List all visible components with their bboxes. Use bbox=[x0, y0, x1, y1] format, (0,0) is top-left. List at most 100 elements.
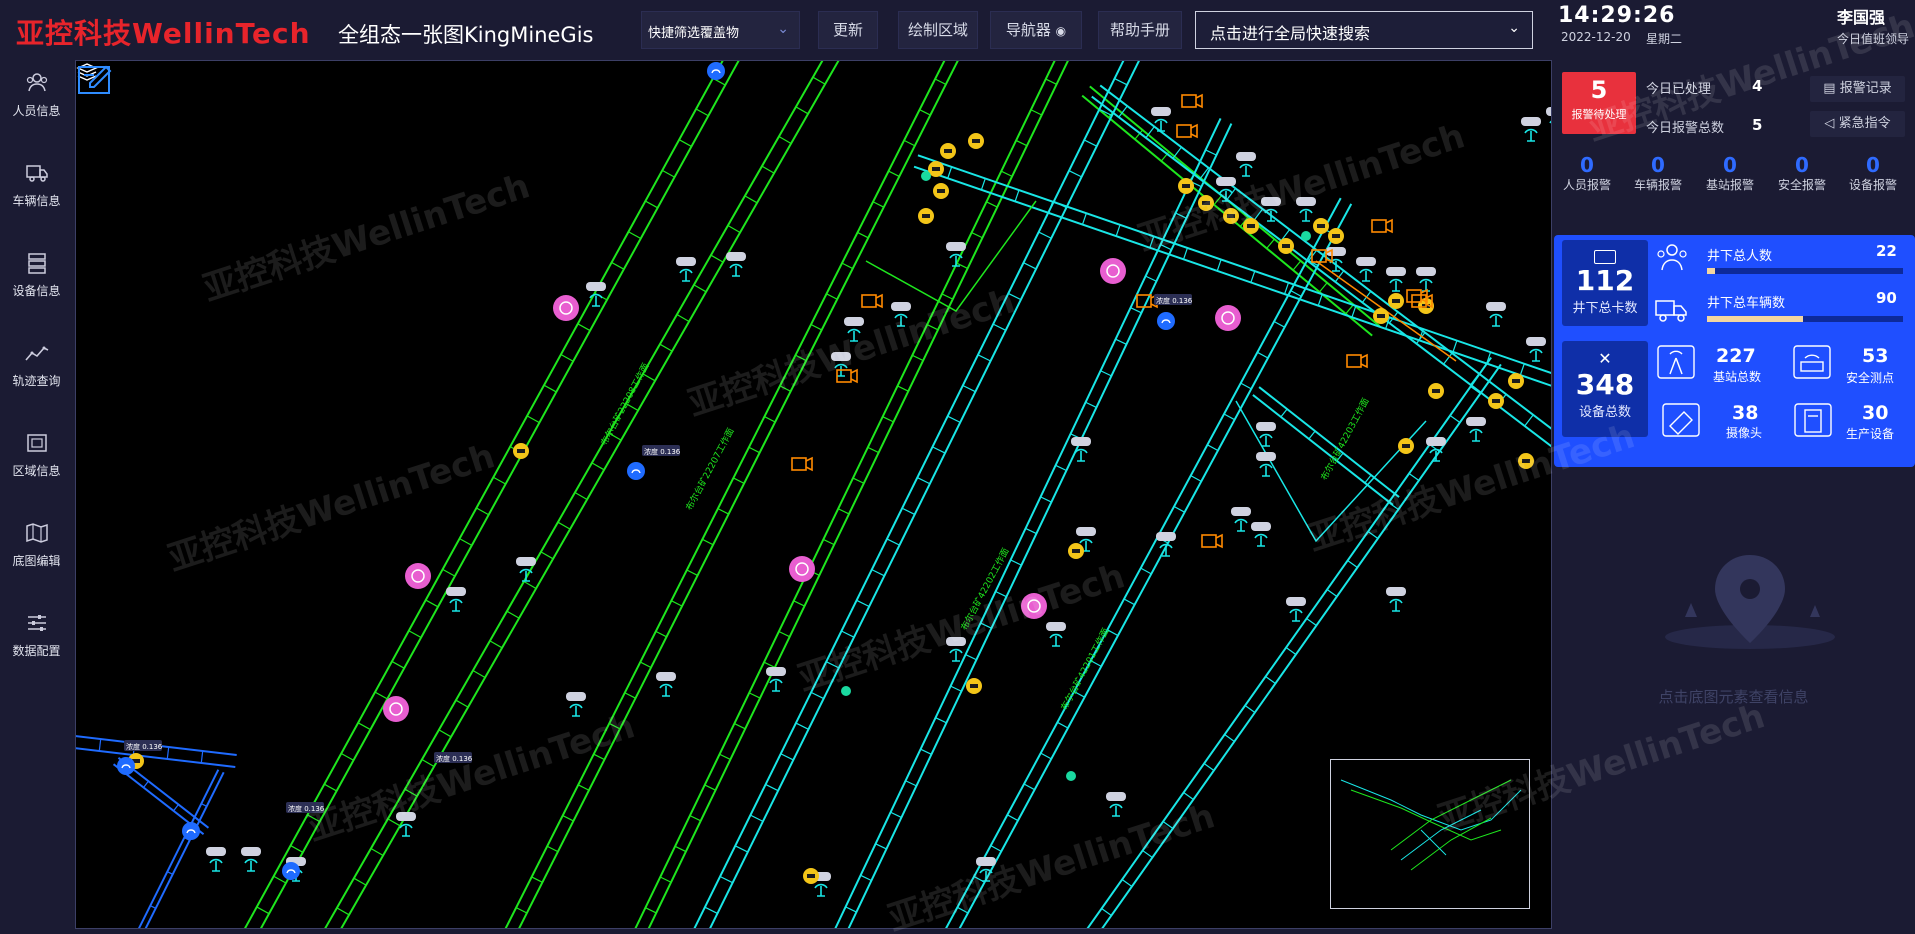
green-tunnel-rung bbox=[727, 224, 741, 234]
antenna-icon bbox=[1074, 448, 1088, 462]
sidebar-item-trajectory[interactable]: 轨迹查询 bbox=[0, 330, 73, 410]
green-tunnel-rung bbox=[744, 195, 758, 204]
base-station-badge bbox=[446, 587, 466, 596]
draw-area-button[interactable]: 绘制区域 bbox=[898, 11, 978, 49]
base-station-marker bbox=[1156, 532, 1176, 557]
base-station-marker bbox=[516, 557, 536, 582]
card-total-card[interactable]: 112 井下总卡数 bbox=[1562, 240, 1648, 326]
navigator-button[interactable]: 导航器 ◉ bbox=[990, 11, 1082, 49]
sensor-marker bbox=[707, 62, 725, 80]
green-tunnel-rung bbox=[812, 76, 826, 85]
base-station-marker bbox=[396, 812, 416, 837]
cyan-tunnel-rung bbox=[1048, 201, 1054, 214]
green-tunnel-rung bbox=[661, 169, 675, 178]
alarm-record-button[interactable]: ▤ 报警记录 bbox=[1810, 76, 1905, 102]
cyan-tunnel-rung bbox=[856, 599, 870, 608]
cyan-tunnel-rung bbox=[995, 590, 1007, 598]
emergency-command-button[interactable]: ◁ 紧急指令 bbox=[1810, 111, 1905, 137]
cyan-tunnel-rung bbox=[1317, 294, 1323, 306]
sensor-marker-dot bbox=[627, 462, 645, 480]
overlay-filter-select[interactable]: 快捷筛选覆盖物 ⌄ bbox=[641, 11, 800, 49]
alarm-category-device[interactable]: 0 设备报警 bbox=[1838, 154, 1908, 193]
green-tunnel-rung bbox=[779, 385, 791, 392]
alarm-category-station[interactable]: 0 基站报警 bbox=[1695, 154, 1765, 193]
minimap[interactable] bbox=[1330, 759, 1530, 909]
sensor-label-text: 浓度 0.136 bbox=[288, 804, 325, 813]
green-tunnel-rung bbox=[795, 354, 807, 362]
green-tunnel-rung bbox=[678, 139, 692, 147]
green-tunnel-rung bbox=[857, 231, 869, 239]
alarm-category-vehicle[interactable]: 0 车辆报警 bbox=[1623, 154, 1693, 193]
truck-icon bbox=[972, 139, 980, 143]
antenna-icon bbox=[1254, 533, 1268, 547]
blue-tunnel-rung bbox=[98, 738, 102, 752]
cyan-tunnel-rung bbox=[1101, 908, 1112, 916]
sidebar-item-area[interactable]: 区域信息 bbox=[0, 420, 73, 500]
alarm-category-safety[interactable]: 0 安全报警 bbox=[1767, 154, 1837, 193]
refresh-button[interactable]: 更新 bbox=[818, 11, 878, 49]
antenna-icon bbox=[949, 648, 963, 662]
device-total-card[interactable]: ✕ 348 设备总数 bbox=[1562, 341, 1648, 437]
antenna-icon bbox=[1489, 313, 1503, 327]
green-tunnel-rung bbox=[764, 416, 776, 423]
base-station-badge bbox=[1256, 422, 1276, 431]
green-tunnel-rung bbox=[628, 231, 642, 240]
device-marker bbox=[789, 556, 815, 582]
cyan-tunnel-rung bbox=[1140, 567, 1152, 575]
cyan-tunnel-rung bbox=[1326, 589, 1338, 597]
alarm-category-people[interactable]: 0 人员报警 bbox=[1552, 154, 1622, 193]
blue-tunnel-rung bbox=[143, 780, 149, 788]
sidebar-item-data-config[interactable]: 数据配置 bbox=[0, 600, 73, 680]
cyan-tunnel-rung bbox=[905, 780, 917, 787]
green-tunnel-rung bbox=[455, 699, 469, 708]
cyan-tunnel-rung bbox=[1040, 752, 1052, 760]
cyan-tunnel-rung bbox=[704, 906, 718, 914]
truck-icon bbox=[1492, 399, 1500, 403]
green-tunnel-rung bbox=[912, 354, 924, 362]
sidebar-item-label: 轨迹查询 bbox=[12, 374, 61, 388]
base-station-badge bbox=[1296, 197, 1316, 206]
safety-point-label: 安全测点 bbox=[1846, 371, 1895, 385]
sidebar-item-map-edit[interactable]: 底图编辑 bbox=[0, 510, 73, 590]
cyan-tunnel bbox=[1252, 394, 1394, 506]
base-station-marker bbox=[1386, 267, 1406, 292]
base-station-badge bbox=[676, 257, 696, 266]
duty-user-name: 李国强 bbox=[1836, 8, 1885, 27]
green-tunnel-rung bbox=[273, 875, 287, 884]
global-search-placeholder: 点击进行全局快速搜索 bbox=[1210, 24, 1371, 43]
camera-marker bbox=[1406, 288, 1428, 304]
working-face-label: 布尔台矿22207工作面 bbox=[683, 426, 737, 513]
antenna-icon bbox=[1429, 448, 1443, 462]
cyan-tunnel-rung bbox=[1023, 262, 1037, 270]
vehicle-marker bbox=[918, 208, 934, 224]
sidebar-item-vehicles[interactable]: 车辆信息 bbox=[0, 150, 73, 230]
global-search-select[interactable]: 点击进行全局快速搜索 ⌄ bbox=[1195, 11, 1533, 49]
green-tunnel-rung bbox=[897, 385, 909, 392]
sidebar-item-people[interactable]: 人员信息 bbox=[0, 60, 73, 140]
antenna-icon bbox=[1389, 598, 1403, 612]
device-marker bbox=[383, 696, 409, 722]
cyan-tunnel-rung bbox=[1008, 292, 1022, 301]
green-tunnel-rung bbox=[562, 814, 574, 822]
edit-note-icon[interactable] bbox=[76, 61, 116, 97]
mine-map-canvas[interactable]: 浓度 0.136 浓度 0.136 浓度 0.136 浓度 0.136 浓度 0.136… bbox=[75, 60, 1552, 929]
green-tunnel-rung bbox=[357, 722, 371, 731]
production-device-icon bbox=[1794, 403, 1832, 437]
camera-icon bbox=[1181, 94, 1197, 108]
sensor-label: 浓度 0.136 bbox=[124, 740, 163, 751]
pending-alarm-box[interactable]: 5 报警待处理 bbox=[1562, 72, 1636, 134]
emergency-command-label: 紧急指令 bbox=[1838, 116, 1891, 131]
sidebar-item-devices[interactable]: 设备信息 bbox=[0, 240, 73, 320]
antenna-icon bbox=[1239, 163, 1253, 177]
cyan-tunnel-rung bbox=[1162, 821, 1174, 829]
cyan-tunnel-rung bbox=[990, 845, 1002, 852]
cyan-tunnel-rung bbox=[1010, 559, 1022, 566]
green-tunnel bbox=[324, 61, 824, 928]
cyan-tunnel-rung bbox=[1285, 647, 1297, 655]
help-manual-button[interactable]: 帮助手册 bbox=[1098, 11, 1182, 49]
sensor-marker-dot bbox=[1157, 312, 1175, 330]
base-station-badge bbox=[1251, 522, 1271, 531]
green-tunnel-rung bbox=[353, 877, 367, 886]
alarm-record-label: 报警记录 bbox=[1839, 81, 1892, 96]
sensor-label: 浓度 0.136 bbox=[642, 445, 681, 456]
